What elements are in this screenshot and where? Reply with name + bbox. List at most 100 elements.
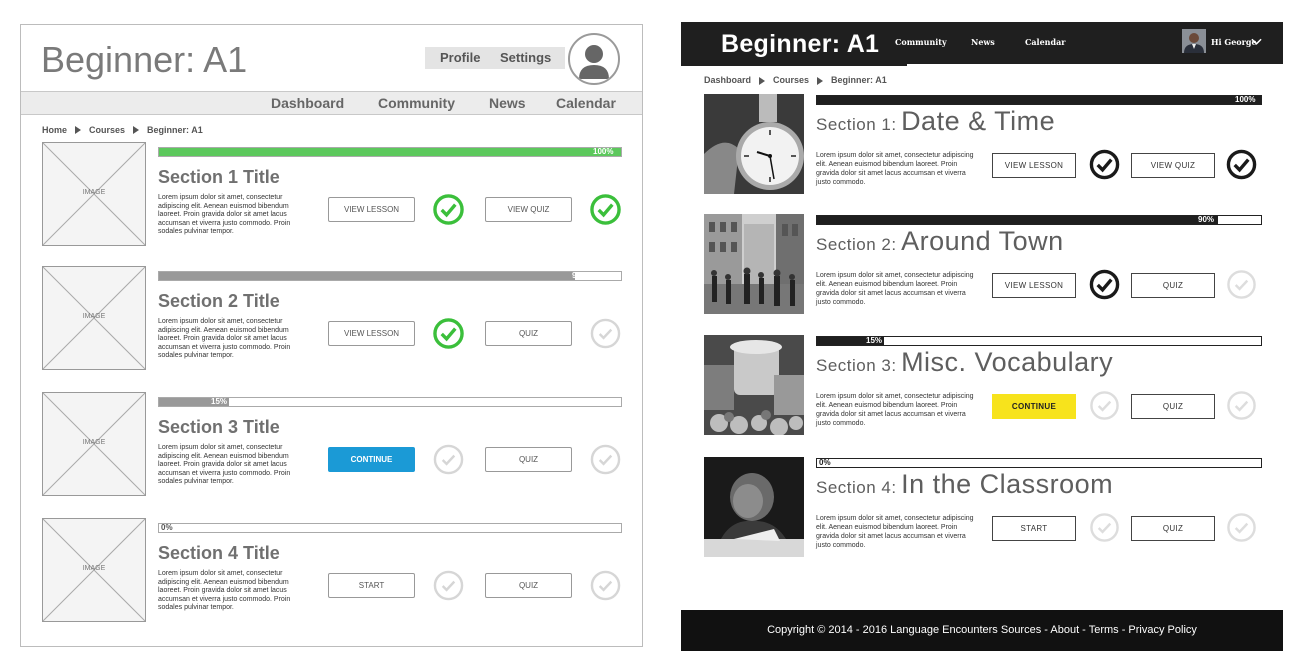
nav-calendar[interactable]: Calendar <box>1025 37 1066 47</box>
main-nav: Dashboard Community News Calendar <box>21 91 642 115</box>
view-lesson-button[interactable]: VIEW LESSON <box>992 273 1076 298</box>
nav-calendar[interactable]: Calendar <box>556 95 616 111</box>
view-quiz-button[interactable]: VIEW QUIZ <box>1131 153 1215 178</box>
start-button[interactable]: START <box>328 573 415 598</box>
check-circle-outline-icon <box>1227 391 1256 420</box>
view-lesson-button[interactable]: VIEW LESSON <box>328 197 415 222</box>
check-circle-icon <box>590 194 621 225</box>
section-title: Section 2 Title <box>158 291 280 311</box>
section-name: Misc. Vocabulary <box>901 347 1114 377</box>
check-circle-icon <box>1089 149 1120 180</box>
check-circle-outline-icon <box>590 318 621 349</box>
breadcrumb-arrow-icon <box>759 76 766 85</box>
section-name: In the Classroom <box>901 469 1114 499</box>
progress-fill <box>817 216 1218 224</box>
progress-bar: 15% <box>158 397 622 407</box>
chevron-down-icon[interactable] <box>1251 36 1262 47</box>
section-title: Section 4 Title <box>158 543 280 563</box>
nav-community[interactable]: Community <box>378 95 455 111</box>
progress-label: 0% <box>161 523 173 532</box>
section-title: Section 4: In the Classroom <box>816 469 1113 500</box>
breadcrumb-courses[interactable]: Courses <box>89 125 125 135</box>
breadcrumb-dashboard[interactable]: Dashboard <box>704 75 751 85</box>
section-row: IMAGE 15% Section 3 Title Lorem ipsum do… <box>21 392 642 496</box>
progress-fill <box>159 148 621 156</box>
continue-button[interactable]: CONTINUE <box>328 447 415 472</box>
nav-news[interactable]: News <box>489 95 526 111</box>
check-circle-outline-icon <box>1227 513 1256 542</box>
classroom-photo <box>704 457 804 557</box>
start-button[interactable]: START <box>992 516 1076 541</box>
section-row: 0% Section 4: In the Classroom Lorem ips… <box>681 457 1283 559</box>
section-row: 100% Section 1: Date & Time Lorem ipsum … <box>681 94 1283 196</box>
quiz-button[interactable]: QUIZ <box>1131 273 1215 298</box>
stopwatch-photo <box>704 94 804 194</box>
check-circle-icon <box>433 194 464 225</box>
view-lesson-button[interactable]: VIEW LESSON <box>328 321 415 346</box>
wireframe-header: Beginner: A1 Profile Settings <box>21 25 642 91</box>
image-placeholder: IMAGE <box>42 392 146 496</box>
avatar[interactable] <box>1182 29 1206 53</box>
section-description: Lorem ipsum dolor sit amet, consectetur … <box>158 318 291 359</box>
section-row: 90% Section 2: Around Town Lorem ipsum d… <box>681 214 1283 316</box>
quiz-button[interactable]: QUIZ <box>485 573 572 598</box>
breadcrumb-arrow-icon <box>817 76 824 85</box>
mockup-header: Beginner: A1 Community News Calendar Hi … <box>681 22 1283 64</box>
profile-link[interactable]: Profile <box>440 50 480 65</box>
check-circle-icon <box>1226 149 1257 180</box>
section-number: Section 1: <box>816 115 897 134</box>
mockup-panel: Beginner: A1 Community News Calendar Hi … <box>681 22 1283 651</box>
section-row: IMAGE 90% Section 2 Title Lorem ipsum do… <box>21 266 642 370</box>
breadcrumb-home[interactable]: Home <box>42 125 67 135</box>
breadcrumb-current: Beginner: A1 <box>831 75 887 85</box>
user-photo-icon <box>1182 29 1206 53</box>
user-greeting[interactable]: Hi George <box>1211 37 1257 47</box>
breadcrumb-courses[interactable]: Courses <box>773 75 809 85</box>
check-circle-outline-icon <box>1090 391 1119 420</box>
section-description: Lorem ipsum dolor sit amet, consectetur … <box>816 152 974 186</box>
top-links: Profile Settings <box>425 47 565 69</box>
breadcrumb-current: Beginner: A1 <box>147 124 203 135</box>
nav-news[interactable]: News <box>971 37 995 47</box>
check-circle-outline-icon <box>1227 270 1256 299</box>
page-title: Beginner: A1 <box>721 30 880 58</box>
quiz-button[interactable]: QUIZ <box>485 447 572 472</box>
quiz-button[interactable]: QUIZ <box>1131 394 1215 419</box>
nav-community[interactable]: Community <box>895 37 947 47</box>
progress-bar: 90% <box>158 271 622 281</box>
avatar[interactable] <box>568 33 620 85</box>
section-title: Section 2: Around Town <box>816 226 1064 257</box>
section-row: 15% Section 3: Misc. Vocabulary Lorem ip… <box>681 335 1283 437</box>
image-label: IMAGE <box>82 565 106 572</box>
image-placeholder: IMAGE <box>42 266 146 370</box>
view-lesson-button[interactable]: VIEW LESSON <box>992 153 1076 178</box>
progress-label: 15% <box>211 397 228 406</box>
kitchen-photo <box>704 335 804 435</box>
user-icon <box>579 45 609 79</box>
quiz-button[interactable]: QUIZ <box>485 321 572 346</box>
image-label: IMAGE <box>82 313 106 320</box>
progress-label: 0% <box>819 458 831 467</box>
progress-fill <box>817 96 1261 104</box>
section-name: Around Town <box>901 226 1064 256</box>
wireframe-panel: Beginner: A1 Profile Settings Dashboard … <box>20 24 643 647</box>
progress-label: 15% <box>866 336 883 345</box>
section-description: Lorem ipsum dolor sit amet, consectetur … <box>158 194 291 235</box>
progress-bar: 100% <box>816 95 1262 105</box>
section-description: Lorem ipsum dolor sit amet, consectetur … <box>816 393 974 427</box>
check-circle-outline-icon <box>590 570 621 601</box>
check-circle-outline-icon <box>433 444 464 475</box>
check-circle-outline-icon <box>590 444 621 475</box>
progress-bar: 0% <box>816 458 1262 468</box>
breadcrumb: Home Courses Beginner: A1 <box>42 124 203 135</box>
view-quiz-button[interactable]: VIEW QUIZ <box>485 197 572 222</box>
section-row: IMAGE 100% Section 1 Title Lorem ipsum d… <box>21 142 642 246</box>
quiz-button[interactable]: QUIZ <box>1131 516 1215 541</box>
check-circle-outline-icon <box>1090 513 1119 542</box>
section-name: Date & Time <box>901 106 1056 136</box>
continue-button[interactable]: CONTINUE <box>992 394 1076 419</box>
settings-link[interactable]: Settings <box>500 50 551 65</box>
nav-dashboard[interactable]: Dashboard <box>271 95 344 111</box>
section-title: Section 1: Date & Time <box>816 106 1055 137</box>
breadcrumb-arrow-icon <box>75 125 82 134</box>
